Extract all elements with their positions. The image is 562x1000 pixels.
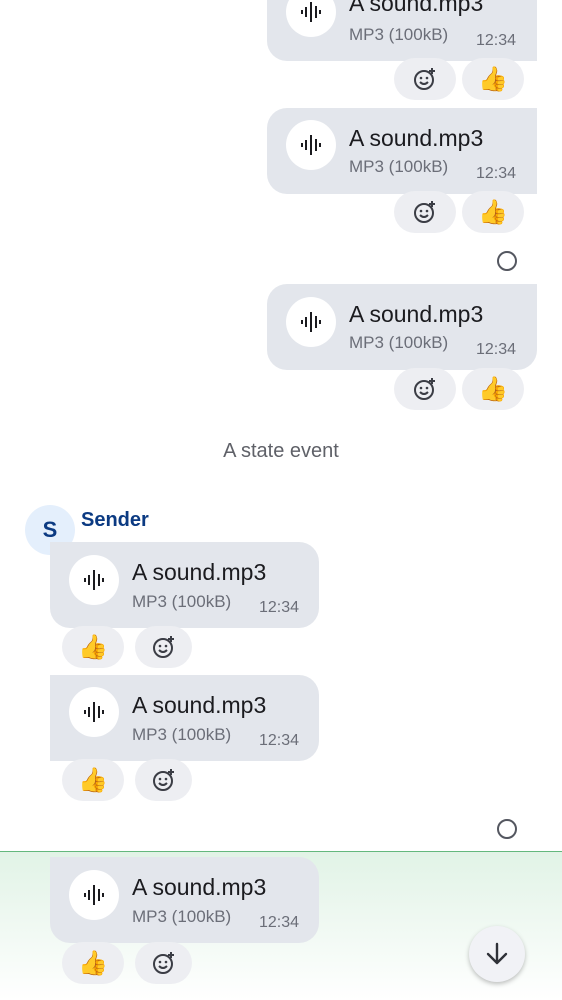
add-reaction-icon — [414, 201, 435, 223]
file-name: A sound.mp3 — [349, 125, 484, 151]
audio-waveform-icon — [84, 885, 104, 905]
reaction-thumbs-up[interactable]: 👍 — [462, 58, 524, 100]
reaction-thumbs-up[interactable]: 👍 — [462, 191, 524, 233]
audio-play-icon[interactable] — [286, 120, 336, 170]
thumbs-up-icon: 👍 — [478, 198, 508, 226]
audio-play-icon[interactable] — [286, 297, 336, 347]
audio-waveform-icon — [84, 702, 104, 722]
add-reaction-icon — [152, 769, 174, 791]
add-reaction-button[interactable] — [135, 942, 192, 984]
audio-play-icon[interactable] — [69, 870, 119, 920]
arrow-down-icon — [486, 942, 508, 965]
message-time: 12:34 — [476, 32, 517, 49]
state-event-text: A state event — [223, 440, 339, 462]
file-meta: MP3 (100kB) — [349, 157, 449, 176]
file-name: A sound.mp3 — [132, 559, 267, 585]
file-name: A sound.mp3 — [349, 301, 484, 327]
audio-play-icon[interactable] — [286, 0, 336, 37]
file-meta: MP3 (100kB) — [132, 725, 232, 744]
incoming-message-3[interactable]: A sound.mp3 MP3 (100kB) 12:34 — [50, 857, 319, 943]
read-receipt-icon[interactable] — [497, 251, 517, 271]
reaction-thumbs-up[interactable]: 👍 — [62, 759, 124, 801]
thumbs-up-icon: 👍 — [78, 949, 108, 977]
audio-waveform-icon — [301, 2, 321, 22]
add-reaction-button[interactable] — [394, 368, 456, 410]
thumbs-up-icon: 👍 — [478, 375, 508, 403]
audio-play-icon[interactable] — [69, 555, 119, 605]
outgoing-message-2[interactable]: A sound.mp3 MP3 (100kB) 12:34 — [267, 108, 537, 194]
incoming-message-1[interactable]: A sound.mp3 MP3 (100kB) 12:34 — [50, 542, 319, 628]
add-reaction-button[interactable] — [394, 58, 456, 100]
file-name: A sound.mp3 — [132, 692, 267, 718]
read-receipt-icon[interactable] — [497, 819, 517, 839]
file-meta: MP3 (100kB) — [349, 25, 449, 44]
audio-waveform-icon — [301, 135, 321, 155]
add-reaction-icon — [152, 636, 174, 658]
thumbs-up-icon: 👍 — [78, 633, 108, 661]
add-reaction-button[interactable] — [135, 626, 192, 668]
sender-name[interactable]: Sender — [81, 509, 149, 532]
thumbs-up-icon: 👍 — [78, 766, 108, 794]
reaction-thumbs-up[interactable]: 👍 — [462, 368, 524, 410]
add-reaction-button[interactable] — [394, 191, 456, 233]
message-time: 12:34 — [476, 341, 517, 358]
scroll-to-bottom-button[interactable] — [469, 926, 525, 982]
reaction-thumbs-up[interactable]: 👍 — [62, 942, 124, 984]
reaction-thumbs-up[interactable]: 👍 — [62, 626, 124, 668]
add-reaction-icon — [414, 378, 435, 400]
message-time: 12:34 — [259, 732, 300, 749]
outgoing-message-1[interactable]: A sound.mp3 MP3 (100kB) 12:34 — [267, 0, 537, 61]
outgoing-message-3[interactable]: A sound.mp3 MP3 (100kB) 12:34 — [267, 284, 537, 370]
audio-waveform-icon — [301, 312, 321, 332]
message-time: 12:34 — [259, 599, 300, 616]
add-reaction-button[interactable] — [135, 759, 192, 801]
add-reaction-icon — [414, 68, 435, 90]
file-name: A sound.mp3 — [132, 874, 267, 900]
file-name: A sound.mp3 — [349, 0, 484, 16]
incoming-message-2[interactable]: A sound.mp3 MP3 (100kB) 12:34 — [50, 675, 319, 761]
add-reaction-icon — [152, 952, 174, 974]
audio-waveform-icon — [84, 570, 104, 590]
message-time: 12:34 — [476, 165, 517, 182]
file-meta: MP3 (100kB) — [132, 907, 232, 926]
message-time: 12:34 — [259, 914, 300, 931]
audio-play-icon[interactable] — [69, 687, 119, 737]
thumbs-up-icon: 👍 — [478, 65, 508, 93]
file-meta: MP3 (100kB) — [132, 592, 232, 611]
file-meta: MP3 (100kB) — [349, 333, 449, 352]
